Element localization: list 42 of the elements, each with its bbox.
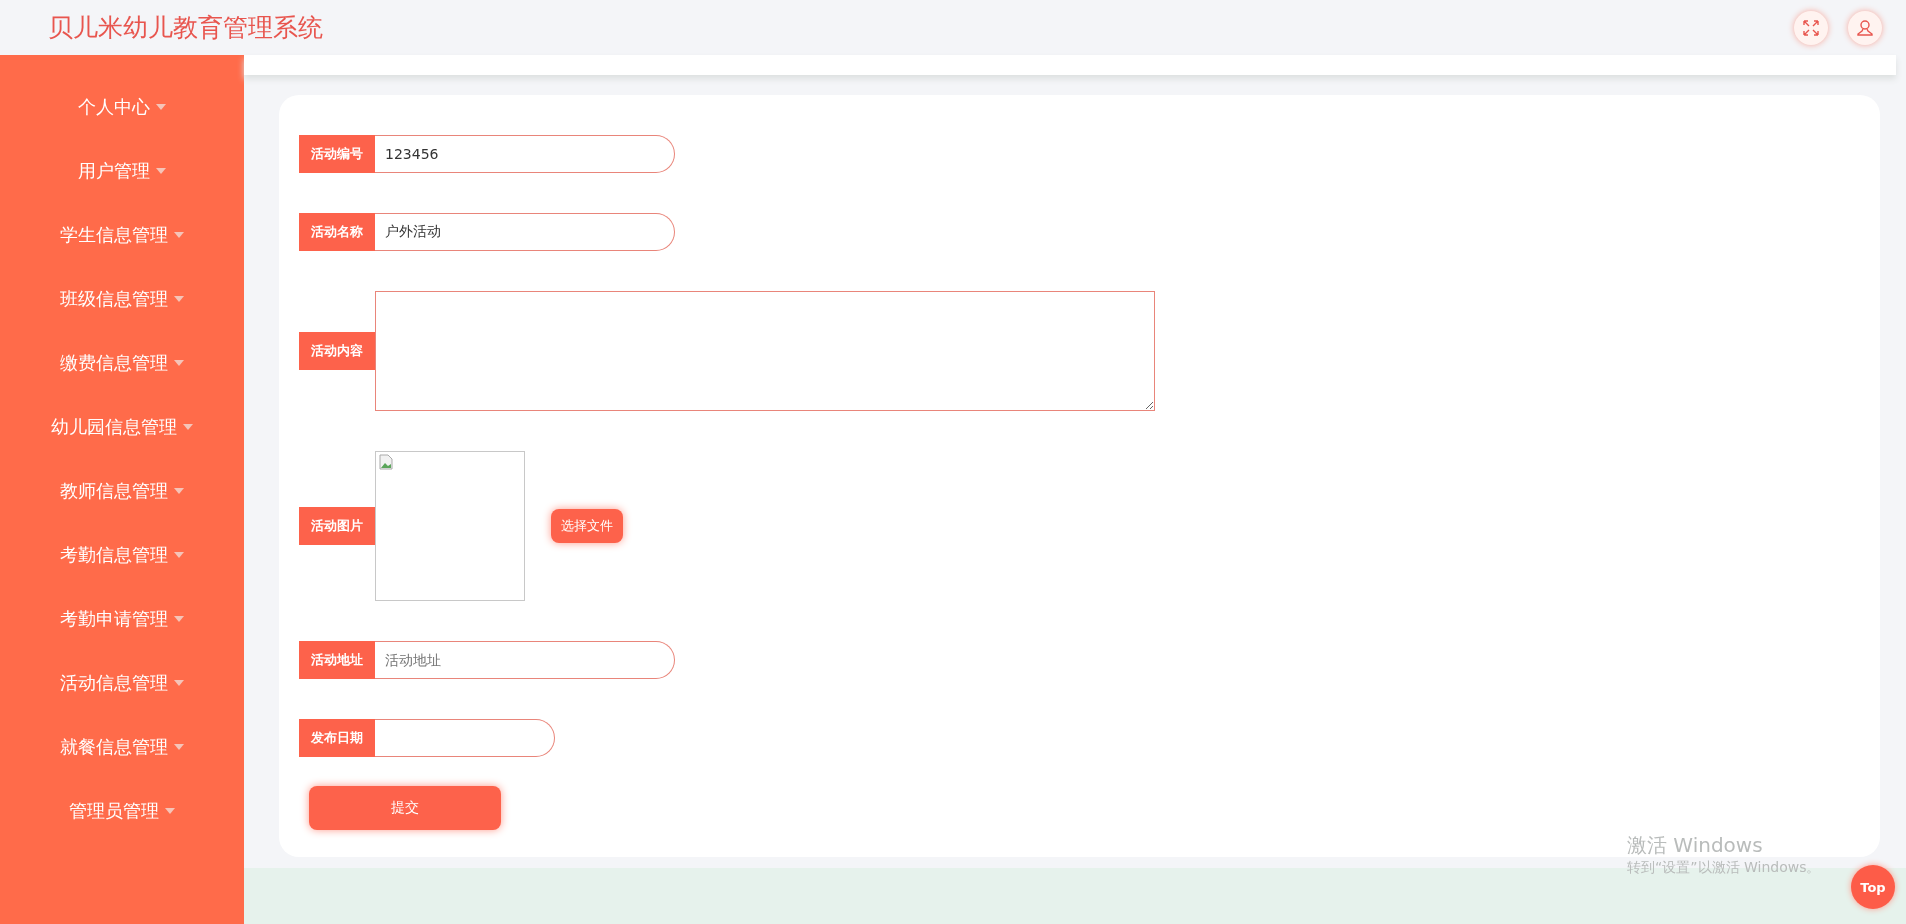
- caret-icon: [183, 424, 193, 430]
- submit-button[interactable]: 提交: [309, 786, 501, 830]
- app-title: 贝儿米幼儿教育管理系统: [48, 12, 323, 44]
- caret-icon: [174, 360, 184, 366]
- sidebar-item[interactable]: 教师信息管理: [0, 459, 244, 523]
- user-icon[interactable]: [1848, 10, 1882, 45]
- sidebar-item[interactable]: 幼儿园信息管理: [0, 395, 244, 459]
- input-field[interactable]: 123456: [375, 135, 675, 173]
- field-label: 活动编号: [299, 135, 375, 173]
- sidebar-item[interactable]: 活动信息管理: [0, 651, 244, 715]
- sidebar-item[interactable]: 考勤信息管理: [0, 523, 244, 587]
- caret-icon: [174, 552, 184, 558]
- caret-icon: [174, 680, 184, 686]
- choose-file-button[interactable]: 选择文件: [551, 509, 623, 543]
- field-label: 发布日期: [299, 719, 375, 757]
- activation-title: 激活 Windows: [1627, 832, 1764, 859]
- sidebar-item[interactable]: 就餐信息管理: [0, 715, 244, 779]
- sidebar-item[interactable]: 考勤申请管理: [0, 587, 244, 651]
- sidebar-item[interactable]: 班级信息管理: [0, 267, 244, 331]
- fullscreen-icon[interactable]: [1794, 10, 1828, 45]
- input-field[interactable]: 活动地址: [375, 641, 675, 679]
- sidebar-item[interactable]: 管理员管理: [0, 779, 244, 843]
- sidebar-item[interactable]: 学生信息管理: [0, 203, 244, 267]
- field-label: 活动图片: [299, 507, 375, 545]
- date-field[interactable]: [375, 719, 555, 757]
- field-label: 活动名称: [299, 213, 375, 251]
- textarea-field[interactable]: [375, 291, 1155, 411]
- input-field[interactable]: 户外活动: [375, 213, 675, 251]
- field-label: 活动内容: [299, 332, 375, 370]
- caret-icon: [174, 296, 184, 302]
- caret-icon: [156, 104, 166, 110]
- broken-image-icon: [378, 454, 394, 470]
- field-label: 活动地址: [299, 641, 375, 679]
- caret-icon: [156, 168, 166, 174]
- caret-icon: [174, 744, 184, 750]
- caret-icon: [174, 616, 184, 622]
- caret-icon: [174, 232, 184, 238]
- caret-icon: [174, 488, 184, 494]
- sidebar-item[interactable]: 个人中心: [0, 75, 244, 139]
- caret-icon: [165, 808, 175, 814]
- sidebar-item[interactable]: 缴费信息管理: [0, 331, 244, 395]
- sidebar-item[interactable]: 用户管理: [0, 139, 244, 203]
